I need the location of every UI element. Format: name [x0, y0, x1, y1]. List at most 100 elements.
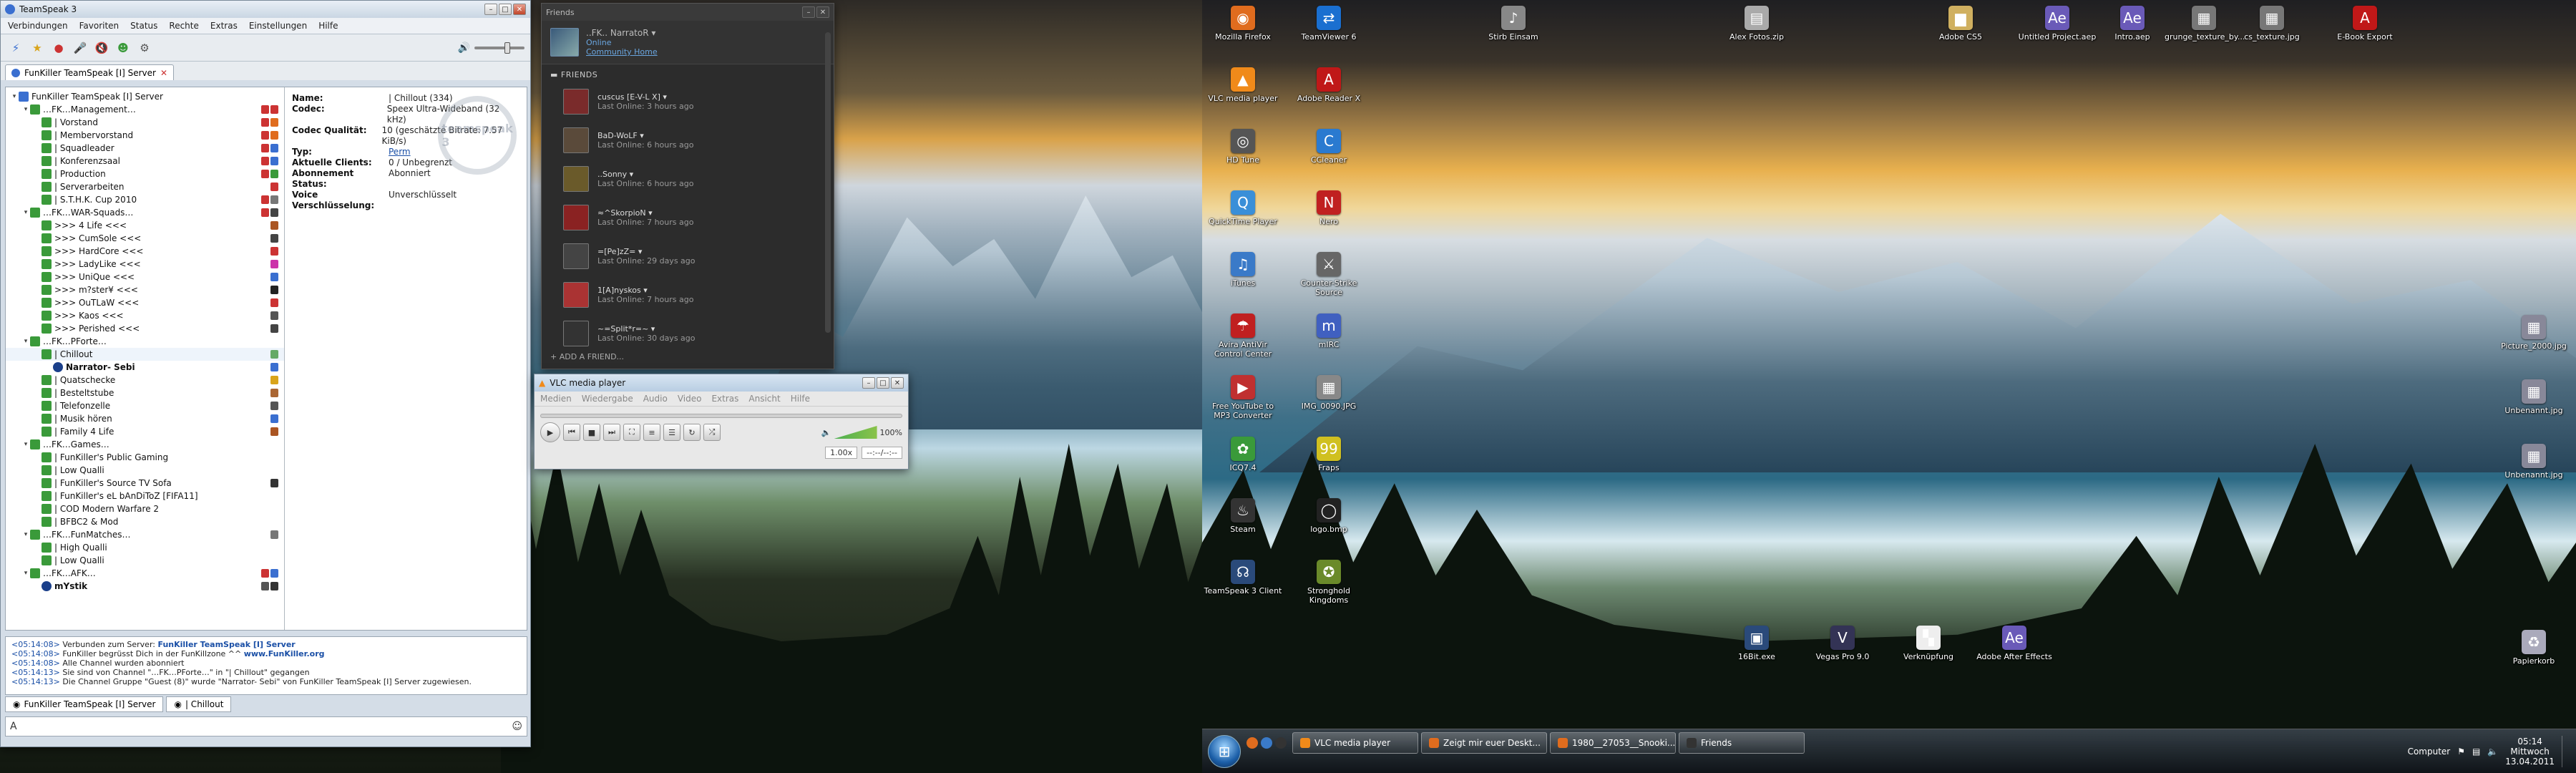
menu-item[interactable]: Einstellungen — [249, 21, 307, 31]
chevron-down-icon[interactable]: ▾ — [638, 131, 644, 140]
explorer-quicklaunch-icon[interactable] — [1261, 736, 1272, 749]
desktop-icon[interactable]: ▣ 16Bit.exe — [1717, 626, 1796, 661]
desktop-icon[interactable]: ✪ Stronghold Kingdoms — [1289, 560, 1368, 605]
server-tab[interactable]: FunKiller TeamSpeak [I] Server ✕ — [5, 64, 175, 80]
chat-input[interactable]: A ☺ — [5, 716, 527, 736]
menu-item[interactable]: Favoriten — [79, 21, 119, 31]
channel-row[interactable]: | Family 4 Life — [6, 425, 284, 438]
connect-icon[interactable]: ⚡ — [6, 39, 25, 57]
playlist-button[interactable]: ☰ — [663, 424, 680, 441]
desktop-icon[interactable]: ⇄ TeamViewer 6 — [1289, 6, 1368, 42]
chevron-down-icon[interactable]: ▾ — [627, 170, 634, 179]
desktop-icon[interactable]: ♫ iTunes — [1204, 252, 1282, 288]
channel-row[interactable]: >>> UniQue <<< — [6, 271, 284, 283]
channel-row[interactable]: | BFBC2 & Mod — [6, 515, 284, 528]
channel-row[interactable]: | Production — [6, 167, 284, 180]
vlc-menu-item[interactable]: Wiedergabe — [582, 394, 633, 404]
channel-row[interactable]: ▾ …FK…FunMatches… — [6, 528, 284, 541]
vlc-titlebar[interactable]: ▲ VLC media player – □ ✕ — [535, 374, 908, 392]
expand-icon[interactable]: ▾ — [10, 93, 19, 100]
vlc-maximize-button[interactable]: □ — [877, 377, 889, 389]
chat-tab[interactable]: ◉ FunKiller TeamSpeak [I] Server — [5, 696, 164, 712]
close-tab-icon[interactable]: ✕ — [160, 68, 167, 78]
chat-link[interactable]: FunKiller TeamSpeak [I] Server — [157, 640, 295, 649]
channel-row[interactable]: | FunKiller's Public Gaming — [6, 451, 284, 464]
friend-item[interactable]: ..Sonny ▾ Last Online: 6 hours ago — [542, 160, 834, 198]
desktop-icon[interactable]: ▆ Adobe CS5 — [1921, 6, 2000, 42]
taskbar-button[interactable]: Zeigt mir euer Deskt... — [1421, 731, 1547, 754]
friend-item[interactable]: 1[A]nyskos ▾ Last Online: 7 hours ago — [542, 276, 834, 314]
channel-row[interactable]: ▾ …FK…Management… — [6, 103, 284, 116]
menu-item[interactable]: Rechte — [169, 21, 198, 31]
desktop-icon[interactable]: ▦ grunge_texture_by... — [2165, 6, 2245, 42]
channel-row[interactable]: ▾ …FK…AFK… — [6, 567, 284, 580]
chat-tab[interactable]: ◉ | Chillout — [166, 696, 232, 712]
desktop-icon[interactable]: ▤ Alex Fotos.zip — [1717, 6, 1796, 42]
friends-close-button[interactable]: ✕ — [816, 6, 829, 18]
play-button[interactable]: ▶ — [540, 422, 560, 442]
server-row[interactable]: ▾ FunKiller TeamSpeak [I] Server — [6, 90, 284, 103]
expand-icon[interactable]: ▾ — [21, 338, 30, 345]
my-profile[interactable]: ..FK.. NarratoR ▾ Online Community Home — [542, 21, 834, 64]
friend-item[interactable]: ≈^SkorpioN ▾ Last Online: 7 hours ago — [542, 198, 834, 237]
desktop-icon[interactable]: ☊ TeamSpeak 3 Client — [1204, 560, 1282, 595]
mute-speaker-icon[interactable]: 🔇 — [92, 39, 111, 57]
taskbar-button[interactable]: VLC media player — [1292, 731, 1418, 754]
shuffle-button[interactable]: ⤮ — [703, 424, 721, 441]
chevron-down-icon[interactable]: ▾ — [641, 286, 648, 295]
channel-row[interactable]: | Quatschecke — [6, 374, 284, 386]
loop-button[interactable]: ↻ — [683, 424, 701, 441]
chevron-down-icon[interactable]: ▾ — [635, 247, 643, 256]
channel-row[interactable]: | S.T.H.K. Cup 2010 — [6, 193, 284, 206]
volume-slider[interactable] — [474, 42, 525, 54]
mute-microphone-icon[interactable]: 🎤 — [71, 39, 89, 57]
menu-item[interactable]: Verbindungen — [8, 21, 68, 31]
channel-row[interactable]: | Serverarbeiten — [6, 180, 284, 193]
friends-scrollbar[interactable] — [825, 32, 831, 333]
desktop-icon[interactable]: 99 Fraps — [1289, 437, 1368, 472]
desktop-icon[interactable]: m mIRC — [1289, 313, 1368, 349]
desktop-icon[interactable]: ♪ Stirb Einsam — [1474, 6, 1553, 42]
stop-button[interactable]: ■ — [583, 424, 600, 441]
chevron-down-icon[interactable]: ▾ — [651, 28, 655, 38]
channel-row[interactable]: | Besteltstube — [6, 386, 284, 399]
friend-item[interactable]: ~=Split*r=~ ▾ Last Online: 30 days ago — [542, 314, 834, 353]
client-row[interactable]: Narrator- Sebi — [6, 361, 284, 374]
vlc-menu-item[interactable]: Medien — [540, 394, 572, 404]
vlc-menu-item[interactable]: Audio — [643, 394, 668, 404]
friend-item[interactable]: =[Pe]zZ= ▾ Last Online: 29 days ago — [542, 237, 834, 276]
vlc-menu-item[interactable]: Ansicht — [748, 394, 780, 404]
vlc-close-button[interactable]: ✕ — [891, 377, 904, 389]
channel-row[interactable]: | COD Modern Warfare 2 — [6, 502, 284, 515]
next-button[interactable]: ⏭ — [603, 424, 620, 441]
community-home-link[interactable]: Community Home — [586, 47, 658, 57]
channel-row[interactable]: | Chillout — [6, 348, 284, 361]
expand-icon[interactable]: ▾ — [21, 106, 30, 113]
bookmark-icon[interactable]: ★ — [28, 39, 47, 57]
desktop-icon[interactable]: V Vegas Pro 9.0 — [1803, 626, 1882, 661]
flag-icon[interactable]: ⚑ — [2457, 747, 2465, 757]
extended-settings-button[interactable]: ≡ — [643, 424, 660, 441]
taskbar-button[interactable]: 1980__27053__Snooki... — [1550, 731, 1676, 754]
channel-row[interactable]: | Musik hören — [6, 412, 284, 425]
channel-row[interactable]: ▾ …FK…WAR-Squads… — [6, 206, 284, 219]
channel-row[interactable]: >>> LadyLike <<< — [6, 258, 284, 271]
desktop-icon[interactable]: N Nero — [1289, 190, 1368, 226]
menu-item[interactable]: Hilfe — [318, 21, 338, 31]
vlc-minimize-button[interactable]: – — [862, 377, 875, 389]
channel-row[interactable]: | Vorstand — [6, 116, 284, 129]
desktop-icon[interactable]: ▶ Free YouTube to MP3 Converter — [1204, 375, 1282, 420]
channel-row[interactable]: | Low Qualli — [6, 554, 284, 567]
desktop-icon[interactable]: ▦ Picture_2000.jpg — [2494, 315, 2573, 351]
channel-row[interactable]: >>> OuTLaW <<< — [6, 296, 284, 309]
friend-item[interactable]: BaD-WoLF ▾ Last Online: 6 hours ago — [542, 121, 834, 160]
add-friend-button[interactable]: + ADD A FRIEND... — [550, 352, 624, 361]
friends-minimize-button[interactable]: – — [802, 6, 815, 18]
seek-bar[interactable] — [540, 414, 902, 418]
teamspeak-titlebar[interactable]: TeamSpeak 3 – □ ✕ — [1, 1, 530, 18]
client-row[interactable]: mYstik — [6, 580, 284, 593]
settings-icon[interactable]: ⚙ — [135, 39, 154, 57]
desktop-icon[interactable]: ▲ VLC media player — [1204, 67, 1282, 103]
desktop-icon[interactable]: A E-Book Export — [2326, 6, 2404, 42]
friends-section-header[interactable]: ▬ FRIENDS — [542, 64, 834, 82]
